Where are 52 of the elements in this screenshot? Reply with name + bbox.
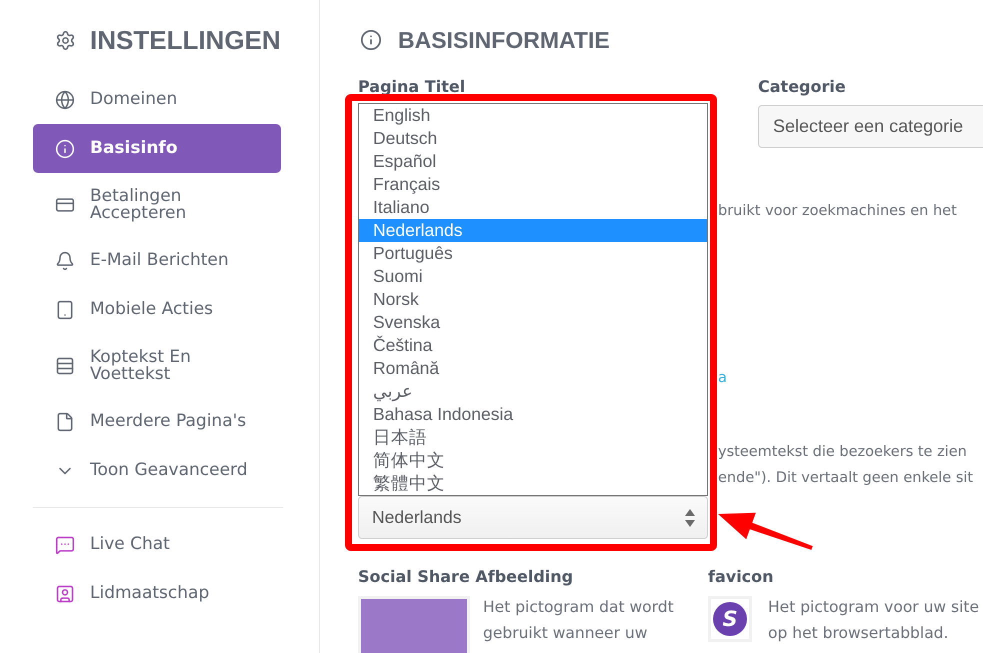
rows-icon [55,356,75,376]
dropdown-option[interactable]: عربي [359,380,707,403]
dropdown-option[interactable]: Svenska [359,311,707,334]
sidebar-item[interactable]: Mobiele Acties [33,285,281,334]
section-title: BASISINFORMATIE [398,26,610,55]
globe-icon [55,90,75,110]
dropdown-option[interactable]: English [359,104,707,127]
sidebar-item[interactable]: E-Mail Berichten [33,236,281,285]
logo: S [713,602,747,636]
dropdown-option[interactable]: Nederlands [359,219,707,242]
field-label: Pagina Titel [358,77,466,97]
description-text: Het pictogram dat wordt gebruikt wanneer uw [483,597,674,644]
field-label: Social Share Afbeelding [358,567,574,587]
tablet-icon [55,300,75,320]
dropdown-option[interactable]: Bahasa Indonesia [359,403,707,426]
dropdown-option[interactable]: Română [359,357,707,380]
favicon-frame[interactable]: S [708,596,752,642]
dropdown-option[interactable]: Português [359,242,707,265]
dropdown-option[interactable]: Norsk [359,288,707,311]
dropdown-option[interactable]: Français [359,173,707,196]
sidebar-item[interactable]: Basisinfo [33,124,281,173]
dropdown-option[interactable]: 繁體中文 [359,472,707,495]
bell-icon [55,250,75,270]
field-label: Categorie [758,77,846,97]
dropdown-option[interactable]: Suomi [359,265,707,288]
sidebar-item[interactable]: Meerdere Pagina's [33,397,281,446]
description-text: bruikt voor zoekmachines en het [718,202,957,221]
sidebar-item[interactable]: Domeinen [33,75,281,124]
dropdown-option[interactable]: Italiano [359,196,707,219]
info-icon [55,138,75,158]
sidebar-title: INSTELLINGEN [90,24,281,56]
dropdown-option[interactable]: Deutsch [359,127,707,150]
sidebar-item[interactable]: Toon Geavanceerd [33,446,281,495]
category-select[interactable]: Selecteer een categorie [758,105,983,148]
description-text: Het pictogram voor uw site op het browsertabblad. [768,597,980,644]
chat-icon [55,534,75,554]
sort-arrows-icon [685,508,695,526]
dropdown-option[interactable]: Čeština [359,334,707,357]
settings-icon [55,30,76,50]
dropdown-option[interactable]: 简体中文 [359,449,707,472]
dropdown-option[interactable]: Español [359,150,707,173]
field-label: favicon [708,567,775,587]
language-select[interactable]: Nederlands [358,496,708,539]
sidebar-item[interactable]: Koptekst En Voettekst [33,334,281,397]
sidebar-item[interactable]: Live Chat [33,520,281,569]
file-icon [55,412,75,432]
dropdown-option[interactable]: 日本語 [359,426,707,449]
sidebar-item[interactable]: Lidmaatschap [33,569,281,618]
user-card-icon [55,584,75,604]
info-icon [360,29,382,51]
sidebar-item[interactable]: Betalingen Accepteren [33,173,281,236]
description-text: ysteemtekst die bezoekers te zien ende"). Dit vertaalt geen enkele sit [718,443,974,488]
